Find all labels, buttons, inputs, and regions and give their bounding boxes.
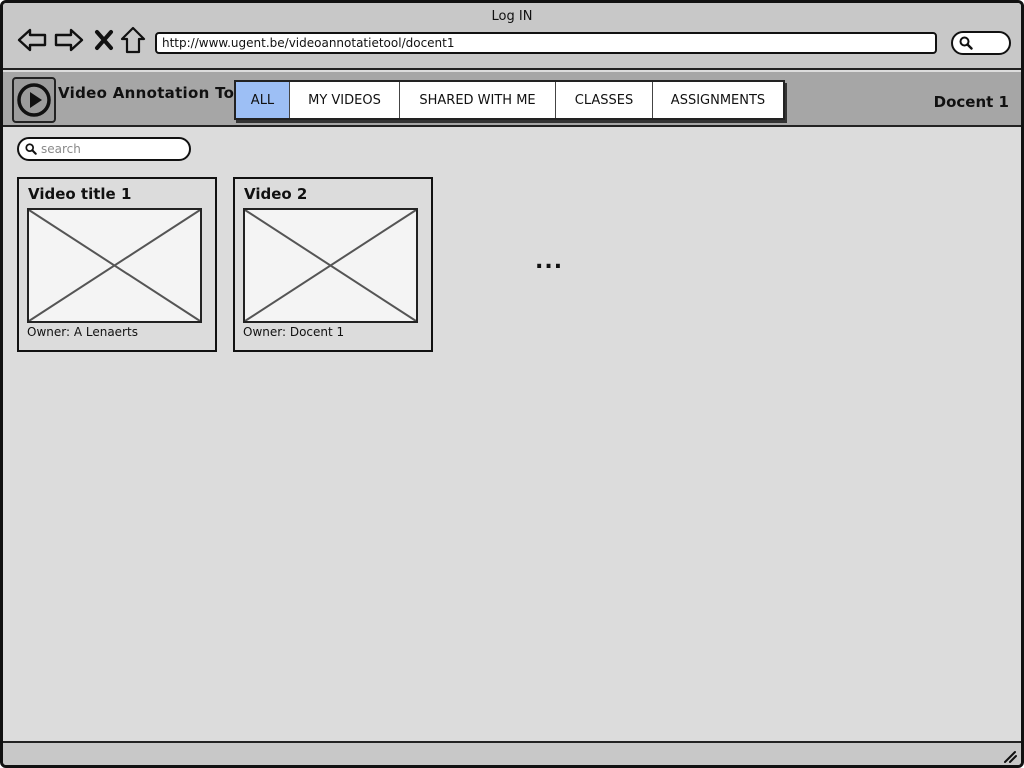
- home-icon: [120, 26, 146, 54]
- home-button[interactable]: [118, 25, 148, 55]
- video-title: Video title 1: [28, 185, 132, 203]
- video-thumbnail[interactable]: [27, 208, 202, 323]
- more-videos-ellipsis[interactable]: ...: [535, 249, 563, 274]
- forward-button[interactable]: [54, 25, 84, 55]
- image-placeholder-icon: [244, 209, 417, 322]
- video-card[interactable]: Video 2 Owner: Docent 1: [233, 177, 433, 352]
- tab-assignments[interactable]: ASSIGNMENTS: [653, 82, 783, 118]
- video-title: Video 2: [244, 185, 308, 203]
- back-button[interactable]: [17, 25, 47, 55]
- tab-classes[interactable]: CLASSES: [556, 82, 653, 118]
- browser-window: Log IN http://www.ugent.be/videoannotati…: [0, 0, 1024, 768]
- video-card[interactable]: Video title 1 Owner: A Lenaerts: [17, 177, 217, 352]
- resize-handle[interactable]: [1001, 747, 1017, 763]
- app-header: Video Annotation Tool ALL MY VIDEOS SHAR…: [3, 72, 1021, 127]
- tab-shared-with-me[interactable]: SHARED WITH ME: [400, 82, 556, 118]
- video-thumbnail[interactable]: [243, 208, 418, 323]
- back-arrow-icon: [17, 28, 47, 52]
- stop-button[interactable]: [89, 25, 119, 55]
- url-bar[interactable]: http://www.ugent.be/videoannotatietool/d…: [155, 32, 937, 54]
- tab-all[interactable]: ALL: [236, 82, 290, 118]
- tab-my-videos[interactable]: MY VIDEOS: [290, 82, 400, 118]
- search-icon: [25, 143, 37, 155]
- browser-search-button[interactable]: [951, 31, 1011, 55]
- video-owner: Owner: A Lenaerts: [27, 325, 138, 339]
- window-title: Log IN: [491, 9, 533, 24]
- browser-toolbar: Log IN http://www.ugent.be/videoannotati…: [3, 3, 1021, 70]
- resize-grip-icon: [1004, 751, 1017, 763]
- status-bar: [3, 741, 1021, 765]
- user-name[interactable]: Docent 1: [934, 93, 1009, 111]
- app-title: Video Annotation Tool: [58, 84, 251, 102]
- app-logo: [12, 77, 56, 123]
- search-input[interactable]: [41, 142, 181, 156]
- close-x-icon: [95, 30, 113, 50]
- image-placeholder-icon: [28, 209, 201, 322]
- search-box[interactable]: [17, 137, 191, 161]
- video-owner: Owner: Docent 1: [243, 325, 345, 339]
- search-icon: [959, 36, 973, 50]
- tab-bar: ALL MY VIDEOS SHARED WITH ME CLASSES ASS…: [234, 80, 785, 120]
- play-circle-icon: [17, 83, 51, 117]
- forward-arrow-icon: [54, 28, 84, 52]
